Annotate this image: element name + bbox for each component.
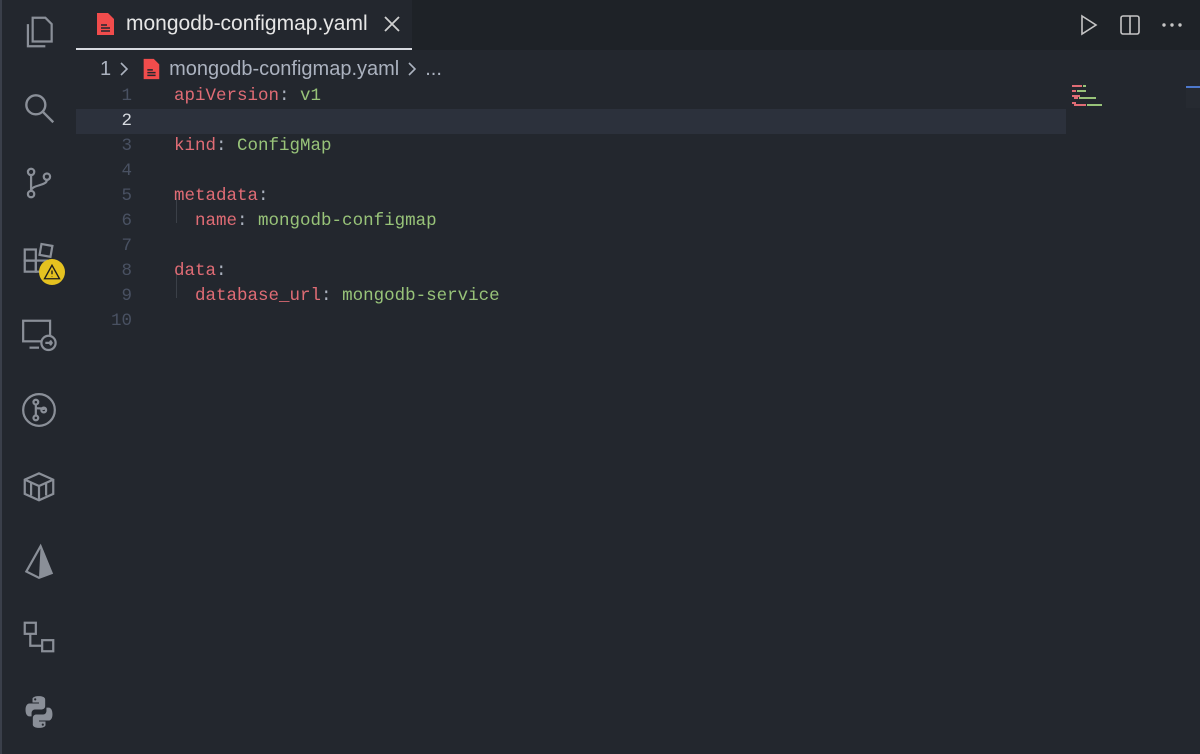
yaml-value: mongodb-service: [331, 286, 500, 306]
yaml-file-icon: [97, 13, 114, 35]
python-icon[interactable]: [19, 692, 59, 732]
line-number: 9: [121, 286, 132, 306]
yaml-colon: :: [258, 186, 269, 206]
yaml-key: metadata: [174, 186, 259, 206]
code-text: database_url: mongodb-service: [174, 284, 500, 309]
yaml-value: ConfigMap: [226, 136, 332, 156]
yaml-key: kind: [174, 136, 217, 156]
files-icon[interactable]: [19, 12, 59, 52]
line-number: 7: [121, 236, 132, 256]
prisma-icon[interactable]: [19, 542, 59, 582]
line-number: 6: [121, 211, 132, 231]
line-number: 2: [121, 111, 132, 131]
code-line[interactable]: 7: [76, 234, 1066, 259]
code-text: name: mongodb-configmap: [174, 209, 437, 234]
tab-mongodb-configmap[interactable]: mongodb-configmap.yaml: [76, 0, 412, 50]
code-text: data:: [174, 259, 227, 284]
chevron-right-icon: [408, 62, 417, 76]
yaml-file-icon: [143, 58, 160, 80]
code-text: apiVersion: v1: [174, 84, 321, 109]
yaml-colon: :: [216, 136, 227, 156]
search-icon[interactable]: [19, 88, 59, 128]
yaml-value: mongodb-configmap: [247, 211, 437, 231]
yaml-colon: :: [279, 86, 290, 106]
close-icon[interactable]: [382, 14, 402, 34]
breadcrumb-more[interactable]: ...: [425, 58, 442, 81]
more-actions-icon[interactable]: [1158, 11, 1186, 39]
yaml-key: apiVersion: [174, 86, 280, 106]
line-number: 1: [121, 86, 132, 106]
code-line[interactable]: 9 database_url: mongodb-service: [76, 284, 1066, 309]
kubernetes-icon[interactable]: [19, 617, 59, 657]
breadcrumb-root[interactable]: 1: [100, 58, 111, 81]
remote-explorer-icon[interactable]: [19, 315, 59, 355]
yaml-colon: :: [237, 211, 248, 231]
gitlens-icon[interactable]: [19, 390, 59, 430]
code-line[interactable]: 6 name: mongodb-configmap: [76, 209, 1066, 234]
docker-icon[interactable]: [19, 466, 59, 506]
breadcrumb-file[interactable]: mongodb-configmap.yaml: [169, 58, 399, 81]
code-text: kind: ConfigMap: [174, 134, 332, 159]
code-text: metadata:: [174, 184, 269, 209]
tab-bar: mongodb-configmap.yaml: [76, 0, 1200, 50]
code-editor[interactable]: 1 apiVersion: v1 2 3 kind: ConfigMap 4 5 metada…: [76, 84, 1200, 754]
scrollbar[interactable]: [1186, 86, 1200, 108]
code-line[interactable]: 8 data:: [76, 259, 1066, 284]
yaml-key: database_url: [195, 286, 322, 306]
split-editor-icon[interactable]: [1116, 11, 1144, 39]
yaml-value: v1: [289, 86, 322, 106]
run-icon[interactable]: [1074, 11, 1102, 39]
yaml-colon: :: [321, 286, 332, 306]
editor-actions: [1074, 0, 1200, 50]
line-number: 3: [121, 136, 132, 156]
chevron-right-icon: [120, 62, 129, 76]
line-number: 10: [110, 311, 132, 331]
code-line[interactable]: 2: [76, 109, 1066, 134]
code-line[interactable]: 5 metadata:: [76, 184, 1066, 209]
code-line[interactable]: 4: [76, 159, 1066, 184]
code-line[interactable]: 10: [76, 309, 1066, 334]
line-number: 8: [121, 261, 132, 281]
source-control-icon[interactable]: [19, 163, 59, 203]
tab-label: mongodb-configmap.yaml: [126, 12, 368, 35]
yaml-colon: :: [216, 261, 227, 281]
yaml-key: data: [174, 261, 217, 281]
activity-bar: [0, 0, 76, 754]
line-number: 4: [121, 161, 132, 181]
code-line[interactable]: 3 kind: ConfigMap: [76, 134, 1066, 159]
line-number: 5: [121, 186, 132, 206]
yaml-key: name: [195, 211, 238, 231]
code-line[interactable]: 1 apiVersion: v1: [76, 84, 1066, 109]
minimap[interactable]: [1072, 84, 1132, 124]
breadcrumb: 1 mongodb-configmap.yaml ...: [100, 56, 442, 82]
warning-badge-icon: [39, 259, 65, 285]
